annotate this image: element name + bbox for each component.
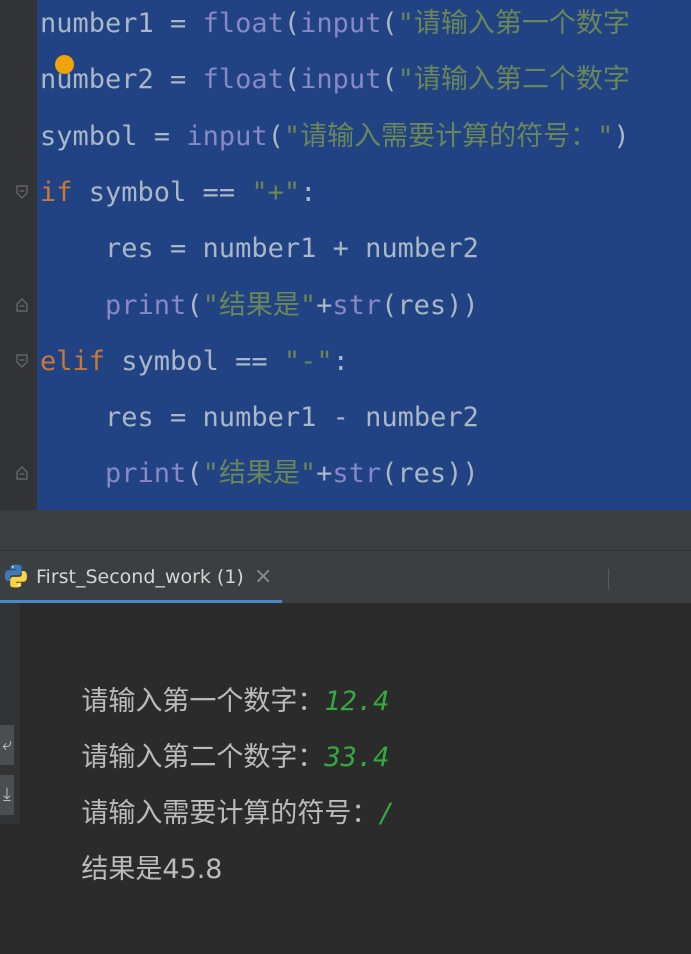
code-token: "请输入需要计算的符号：": [283, 120, 614, 152]
code-token: res = number1 - number2: [40, 402, 479, 434]
code-token: (res)): [381, 289, 479, 321]
console-line: 请输入第一个数字：12.4: [81, 686, 390, 717]
code-token: (: [283, 8, 301, 39]
code-token: (: [186, 289, 203, 321]
run-tab-label: First_Second_work (1): [36, 566, 244, 588]
code-token: input: [300, 8, 382, 39]
code-token: ): [613, 120, 630, 152]
soft-wrap-icon[interactable]: ⤶: [0, 725, 14, 765]
divider: [608, 569, 609, 589]
code-line[interactable]: res = number1 + number2: [40, 221, 479, 277]
fold-end-icon[interactable]: [16, 466, 28, 480]
code-token: print: [105, 289, 187, 321]
code-token: :: [332, 345, 349, 377]
code-line[interactable]: res = number1 - number2: [40, 390, 479, 446]
code-line[interactable]: number2 = float(input("请输入第二个数字: [40, 52, 630, 108]
console-line: 请输入需要计算的符号：/: [81, 798, 395, 829]
code-token: symbol ==: [72, 176, 252, 208]
run-tab-bar: First_Second_work (1) ×: [0, 551, 691, 603]
code-token: "请输入第一个数字: [397, 8, 630, 39]
code-line[interactable]: if symbol == "+":: [40, 165, 316, 221]
code-token: (: [381, 8, 398, 39]
code-token: float: [202, 64, 284, 96]
close-icon[interactable]: ×: [254, 551, 272, 603]
code-editor[interactable]: number1 = float(input("请输入第一个数字 number2 =…: [0, 0, 691, 510]
fold-open-icon[interactable]: [16, 354, 28, 368]
code-line[interactable]: number1 = float(input("请输入第一个数字: [40, 0, 630, 52]
editor-gutter[interactable]: [0, 0, 37, 510]
code-token: str: [332, 289, 382, 321]
code-line[interactable]: elif symbol == "-":: [40, 334, 349, 390]
code-token: "+": [251, 176, 301, 208]
code-token: "结果是": [202, 289, 317, 321]
user-input-value: /: [378, 798, 395, 829]
code-token: :: [300, 176, 317, 208]
code-token: "-": [283, 345, 333, 377]
run-tab[interactable]: First_Second_work (1) ×: [0, 551, 282, 603]
code-token: (res)): [381, 458, 479, 490]
code-token: str: [332, 458, 382, 490]
scroll-to-end-icon[interactable]: ⤓: [0, 775, 14, 815]
code-token: (: [186, 458, 203, 490]
code-line[interactable]: symbol = input("请输入需要计算的符号："): [40, 109, 630, 165]
console-line: 结果是45.8: [81, 854, 223, 885]
code-token: number1 =: [40, 8, 203, 39]
panel-splitter[interactable]: [0, 510, 691, 551]
code-token: +: [316, 458, 333, 490]
fold-open-icon[interactable]: [16, 185, 28, 199]
code-line[interactable]: print("结果是"+str(res)): [40, 278, 479, 334]
code-token: input: [300, 64, 382, 96]
fold-end-icon[interactable]: [16, 298, 28, 312]
code-token: symbol ==: [105, 345, 284, 377]
code-token: input: [186, 120, 268, 152]
intention-bulb-icon[interactable]: [55, 55, 74, 74]
code-token: elif: [40, 345, 106, 377]
code-line[interactable]: print("结果是"+str(res)): [40, 446, 479, 502]
code-token: (: [283, 64, 301, 96]
python-icon: [4, 564, 28, 588]
code-token: res = number1 + number2: [40, 233, 479, 265]
code-token: (: [381, 64, 398, 96]
code-token: "结果是": [202, 458, 317, 490]
code-token: +: [316, 289, 333, 321]
code-token: (: [267, 120, 284, 152]
code-token: if: [40, 176, 73, 208]
code-token: symbol =: [40, 120, 187, 152]
code-token: "请输入第二个数字: [397, 64, 630, 96]
run-console[interactable]: ⤶ ⤓ 请输入第一个数字：12.4 请输入第二个数字：33.4 请输入需要计算的…: [0, 603, 691, 885]
console-line: 请输入第二个数字：33.4: [81, 742, 390, 773]
code-token: print: [105, 458, 187, 490]
code-token: float: [202, 8, 284, 39]
